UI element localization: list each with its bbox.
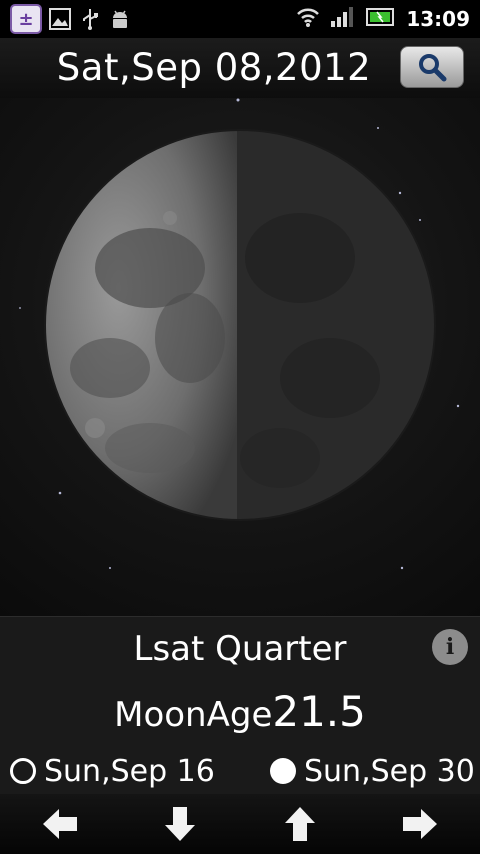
phase-info-panel: Lsat Quarter i MoonAge21.5 Sun,Sep 16 Su…: [0, 616, 480, 795]
next-day-button[interactable]: [390, 799, 450, 849]
info-button[interactable]: i: [432, 629, 468, 665]
arrow-up-icon: [285, 807, 315, 841]
previous-phase-button[interactable]: [150, 799, 210, 849]
moon-display: [0, 98, 480, 616]
full-moon-icon: [270, 758, 296, 784]
app-header: Sat,Sep 08,2012: [0, 38, 480, 99]
next-full-moon: Sun,Sep 30: [270, 751, 475, 791]
next-phases: Sun,Sep 16 Sun,Sep 30: [0, 751, 480, 791]
wifi-icon: [296, 6, 320, 32]
calendar-app-icon[interactable]: ±: [10, 4, 42, 34]
image-icon: [48, 7, 72, 31]
moon-age-row: MoonAge21.5: [0, 687, 480, 736]
android-debug-icon: [108, 7, 132, 31]
arrow-right-icon: [403, 809, 437, 839]
previous-day-button[interactable]: [30, 799, 90, 849]
moon-age-label: MoonAge: [114, 695, 273, 735]
phase-name: Lsat Quarter: [133, 629, 347, 669]
signal-icon: [330, 6, 356, 32]
next-phase-button[interactable]: [270, 799, 330, 849]
info-icon: i: [445, 634, 455, 660]
clock-time: 13:09: [406, 7, 470, 31]
bottom-navigation: [0, 794, 480, 854]
arrow-down-icon: [165, 807, 195, 841]
search-button[interactable]: [400, 46, 464, 88]
moon-age-value: 21.5: [272, 687, 366, 736]
next-new-moon: Sun,Sep 16: [10, 751, 215, 791]
full-moon-date: Sun,Sep 30: [304, 753, 475, 789]
moon-phase-screen: ± 13:09 Sat,Sep 08,2012 Lsat Quarter i M…: [0, 0, 480, 854]
usb-icon: [78, 7, 102, 31]
battery-icon: [366, 6, 396, 32]
search-icon: [419, 54, 447, 82]
status-bar: ± 13:09: [0, 0, 480, 38]
new-moon-date: Sun,Sep 16: [44, 753, 215, 789]
arrow-left-icon: [43, 809, 77, 839]
new-moon-icon: [10, 758, 36, 784]
moon-image: [19, 98, 460, 570]
current-date[interactable]: Sat,Sep 08,2012: [0, 46, 428, 89]
